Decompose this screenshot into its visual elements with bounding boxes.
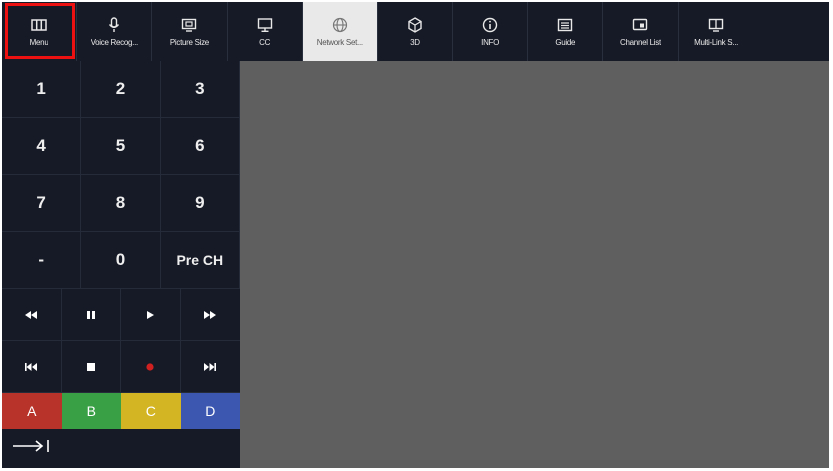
keypad: 1 2 3 4 5 6 7 8 9 - 0 Pre CH A B C D — [2, 61, 240, 468]
rewind-button[interactable] — [2, 289, 62, 341]
arrow-to-bar-icon — [12, 439, 50, 458]
key-3[interactable]: 3 — [160, 61, 240, 118]
menu-button[interactable]: Menu — [2, 2, 78, 61]
key-6[interactable]: 6 — [160, 118, 240, 175]
cc-label: CC — [259, 37, 271, 47]
key-9[interactable]: 9 — [160, 175, 240, 232]
menu-label: Menu — [29, 37, 49, 47]
record-button[interactable] — [121, 341, 181, 393]
3d-button[interactable]: 3D — [378, 2, 454, 61]
key-7[interactable]: 7 — [2, 175, 82, 232]
network-settings-button[interactable]: Network Set... — [302, 2, 378, 61]
color-key-d[interactable]: D — [180, 393, 240, 429]
rewind-icon — [25, 310, 38, 319]
picture-size-button[interactable]: Picture Size — [152, 2, 228, 61]
stop-icon — [86, 362, 95, 371]
content-area — [240, 61, 829, 468]
previous-icon — [25, 362, 38, 371]
menu-icon — [31, 17, 47, 33]
guide-button[interactable]: Guide — [528, 2, 604, 61]
record-icon — [146, 362, 154, 371]
network-settings-label: Network Set... — [316, 37, 363, 47]
color-key-a[interactable]: A — [2, 393, 62, 429]
next-icon — [204, 362, 217, 371]
closed-caption-icon — [257, 17, 273, 33]
color-key-c[interactable]: C — [121, 393, 181, 429]
remote-control-screen: Menu Voice Recog... Picture Size CC Netw… — [2, 2, 829, 468]
key-1[interactable]: 1 — [2, 61, 82, 118]
multi-link-icon — [708, 17, 724, 33]
key-4[interactable]: 4 — [2, 118, 82, 175]
info-label: INFO — [481, 37, 500, 47]
color-key-b[interactable]: B — [61, 393, 121, 429]
pause-icon — [86, 310, 95, 319]
microphone-icon — [106, 16, 122, 33]
voice-recognition-label: Voice Recog... — [90, 37, 138, 47]
3d-cube-icon — [407, 16, 423, 33]
fast-forward-button[interactable] — [180, 289, 240, 341]
key-5[interactable]: 5 — [81, 118, 161, 175]
picture-size-icon — [181, 17, 197, 33]
info-button[interactable]: INFO — [453, 2, 529, 61]
stop-button[interactable] — [61, 341, 121, 393]
pause-button[interactable] — [61, 289, 121, 341]
pre-ch-button[interactable]: Pre CH — [160, 232, 240, 289]
cc-button[interactable]: CC — [228, 2, 303, 61]
previous-button[interactable] — [2, 341, 62, 393]
channel-list-button[interactable]: Channel List — [603, 2, 679, 61]
next-button[interactable] — [180, 341, 240, 393]
multi-link-label: Multi-Link S... — [694, 37, 739, 47]
key-2[interactable]: 2 — [81, 61, 161, 118]
picture-size-label: Picture Size — [169, 37, 209, 47]
3d-label: 3D — [410, 37, 420, 47]
channel-list-label: Channel List — [620, 37, 661, 47]
multi-link-button[interactable]: Multi-Link S... — [679, 2, 754, 61]
globe-icon — [332, 17, 348, 33]
key-dash[interactable]: - — [2, 232, 82, 289]
fast-forward-icon — [204, 310, 217, 319]
channel-list-icon — [632, 17, 648, 33]
info-icon — [482, 17, 498, 33]
key-0[interactable]: 0 — [81, 232, 161, 289]
play-icon — [147, 310, 155, 319]
toolbar: Menu Voice Recog... Picture Size CC Netw… — [2, 2, 829, 61]
guide-icon — [557, 17, 573, 33]
exit-button[interactable] — [2, 429, 240, 468]
guide-label: Guide — [555, 37, 576, 47]
play-button[interactable] — [121, 289, 181, 341]
voice-recognition-button[interactable]: Voice Recog... — [77, 2, 153, 61]
key-8[interactable]: 8 — [81, 175, 161, 232]
